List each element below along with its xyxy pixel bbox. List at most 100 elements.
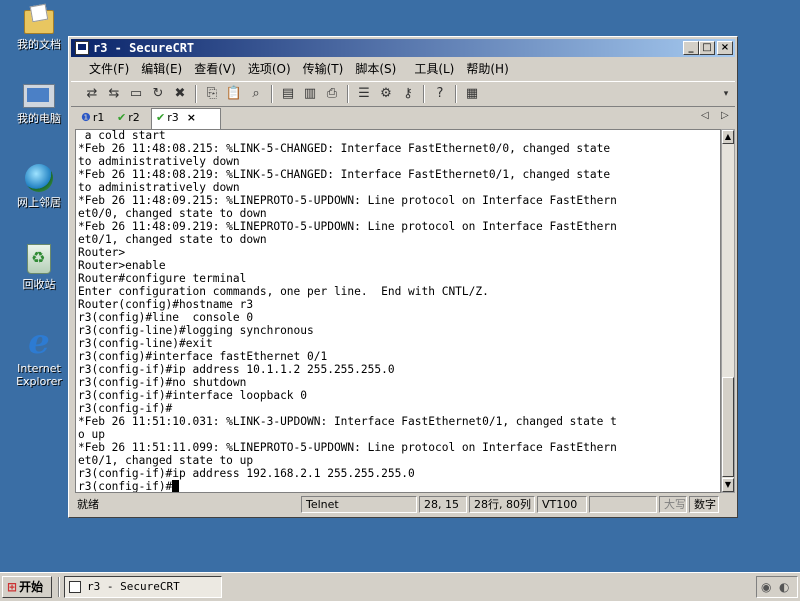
tab-label: r2 — [128, 111, 140, 124]
status-empty — [589, 496, 657, 513]
scroll-down-icon[interactable]: ▼ — [722, 478, 734, 492]
reconnect-icon[interactable]: ↻ — [149, 85, 167, 103]
menu-transfer[interactable]: 传输(T) — [297, 59, 350, 79]
checkmark-icon: ✔ — [117, 111, 127, 124]
find-icon[interactable]: ⌕ — [247, 85, 265, 103]
title-bar[interactable]: r3 - SecureCRT _ □ × — [71, 39, 735, 57]
desktop-icon-label: 回收站 — [22, 278, 56, 291]
checkmark-icon: ✔ — [156, 111, 166, 124]
terminal-line: *Feb 26 11:51:11.099: %LINEPROTO-5-UPDOW… — [78, 441, 617, 454]
global-options-icon[interactable]: ⚙ — [377, 85, 395, 103]
copy-icon[interactable]: ⎘ — [203, 85, 221, 103]
close-button[interactable]: × — [717, 41, 733, 55]
scroll-up-icon[interactable]: ▲ — [722, 130, 734, 144]
tab-next-icon[interactable]: ▷ — [721, 110, 729, 121]
status-emulation: VT100 — [537, 496, 587, 513]
minimize-button[interactable]: _ — [683, 41, 699, 55]
terminal-screen[interactable]: a cold start *Feb 26 11:48:08.215: %LINK-… — [75, 129, 721, 493]
terminal-line: *Feb 26 11:51:10.031: %LINK-3-UPDOWN: In… — [78, 415, 617, 428]
my-computer-icon — [23, 84, 55, 108]
print-selection-icon[interactable]: ▥ — [301, 85, 319, 103]
menu-script[interactable]: 脚本(S) — [349, 59, 402, 79]
volume-icon[interactable]: ◐ — [779, 580, 789, 594]
print-icon[interactable]: ⎙ — [323, 85, 341, 103]
status-num-lock: 数字 — [689, 496, 719, 513]
desktop-icon-network-places[interactable]: 网上邻居 — [6, 164, 72, 209]
scrollbar-thumb[interactable] — [722, 377, 734, 477]
desktop-icon-recycle-bin[interactable]: 回收站 — [6, 244, 72, 291]
securecrt-icon — [69, 581, 81, 593]
tab-r2[interactable]: ✔ r2 — [113, 109, 144, 127]
terminal-line: r3(config-if)#ip address 192.168.2.1 255… — [78, 467, 415, 480]
terminal-line: r3(config-if)#ip address 10.1.1.2 255.25… — [78, 363, 395, 376]
tab-prev-icon[interactable]: ◁ — [701, 110, 709, 121]
disconnect-icon[interactable]: ✖ — [171, 85, 189, 103]
maximize-button[interactable]: □ — [699, 41, 715, 55]
start-button[interactable]: ⊞ 开始 — [2, 576, 52, 598]
tab-label: r3 — [167, 111, 179, 124]
internet-explorer-icon: e — [28, 322, 50, 362]
toolbar-separator — [423, 85, 425, 103]
connect-icon[interactable]: ⇄ — [83, 85, 101, 103]
menu-view[interactable]: 查看(V) — [188, 59, 242, 79]
status-bar: 就绪 Telnet 28, 15 28行, 80列 VT100 大写 数字 — [71, 496, 735, 514]
status-cursor-position: 28, 15 — [419, 496, 467, 513]
terminal-line: *Feb 26 11:48:08.219: %LINK-5-CHANGED: I… — [78, 168, 611, 181]
terminal-line: et0/0, changed state to down — [78, 207, 267, 220]
session-tab-bar: ❶ r1 ✔ r2 ✔ r3 × ◁ ▷ — [71, 108, 735, 129]
app-icon[interactable] — [75, 41, 89, 55]
vertical-scrollbar[interactable]: ▲ ▼ — [721, 129, 735, 493]
key-icon[interactable]: ⚷ — [399, 85, 417, 103]
session-options-icon[interactable]: ☰ — [355, 85, 373, 103]
status-ready: 就绪 — [77, 498, 99, 511]
print-screen-icon[interactable]: ▤ — [279, 85, 297, 103]
tab-label: r1 — [92, 111, 105, 124]
window-title: r3 - SecureCRT — [93, 41, 195, 55]
network-status-icon[interactable]: ◉ — [761, 580, 771, 594]
quick-connect-icon[interactable]: ⇆ — [105, 85, 123, 103]
terminal-line: to administratively down — [78, 181, 240, 194]
taskbar-item-securecrt[interactable]: r3 - SecureCRT — [64, 576, 222, 598]
terminal-line: to administratively down — [78, 155, 240, 168]
start-label: 开始 — [19, 580, 44, 594]
menu-options[interactable]: 选项(O) — [242, 59, 297, 79]
my-documents-icon — [24, 10, 54, 34]
desktop-icon-my-documents[interactable]: 我的文档 — [6, 4, 72, 51]
help-icon[interactable]: ? — [431, 85, 449, 103]
desktop-icon-label: 网上邻居 — [17, 196, 61, 209]
menu-file[interactable]: 文件(F) — [83, 59, 135, 79]
terminal-line: Router>enable — [78, 259, 166, 272]
status-caps-lock: 大写 — [659, 496, 687, 513]
network-places-icon — [25, 164, 53, 192]
menu-help[interactable]: 帮助(H) — [460, 59, 514, 79]
desktop-icon-internet-explorer[interactable]: e Internet Explorer — [6, 322, 72, 388]
info-icon: ❶ — [81, 111, 91, 124]
desktop-icon-label: 我的电脑 — [17, 112, 61, 125]
terminal-line: r3(config-line)#exit — [78, 337, 213, 350]
terminal-line: *Feb 26 11:48:09.219: %LINEPROTO-5-UPDOW… — [78, 220, 617, 233]
toolbar-separator — [347, 85, 349, 103]
terminal-line: r3(config)#line console 0 — [78, 311, 254, 324]
sftp-icon[interactable]: ▦ — [463, 85, 481, 103]
desktop-icon-my-computer[interactable]: 我的电脑 — [6, 84, 72, 125]
tab-close-icon[interactable]: × — [187, 111, 196, 124]
recycle-bin-icon — [27, 244, 51, 274]
terminal-line: r3(config-line)#logging synchronous — [78, 324, 314, 337]
terminal-cursor — [172, 480, 180, 492]
tab-r1[interactable]: ❶ r1 — [77, 109, 108, 127]
terminal-line: et0/1, changed state to up — [78, 454, 254, 467]
terminal-line: Router#configure terminal — [78, 272, 247, 285]
tab-r3[interactable]: ✔ r3 × — [151, 108, 221, 129]
menu-tools[interactable]: 工具(L) — [408, 59, 460, 79]
terminal-line: o up — [78, 428, 105, 441]
menu-edit[interactable]: 编辑(E) — [135, 59, 188, 79]
toolbar-separator — [195, 85, 197, 103]
securecrt-window: r3 - SecureCRT _ □ × 文件(F) 编辑(E) 查看(V) 选… — [68, 36, 738, 518]
connect-tab-icon[interactable]: ▭ — [127, 85, 145, 103]
desktop-icon-label: Internet Explorer — [16, 362, 62, 388]
toolbar-overflow-icon[interactable]: ▾ — [717, 85, 735, 103]
status-terminal-size: 28行, 80列 — [469, 496, 535, 513]
paste-icon[interactable]: 📋 — [225, 85, 243, 103]
windows-flag-icon: ⊞ — [7, 580, 18, 594]
toolbar-separator — [271, 85, 273, 103]
